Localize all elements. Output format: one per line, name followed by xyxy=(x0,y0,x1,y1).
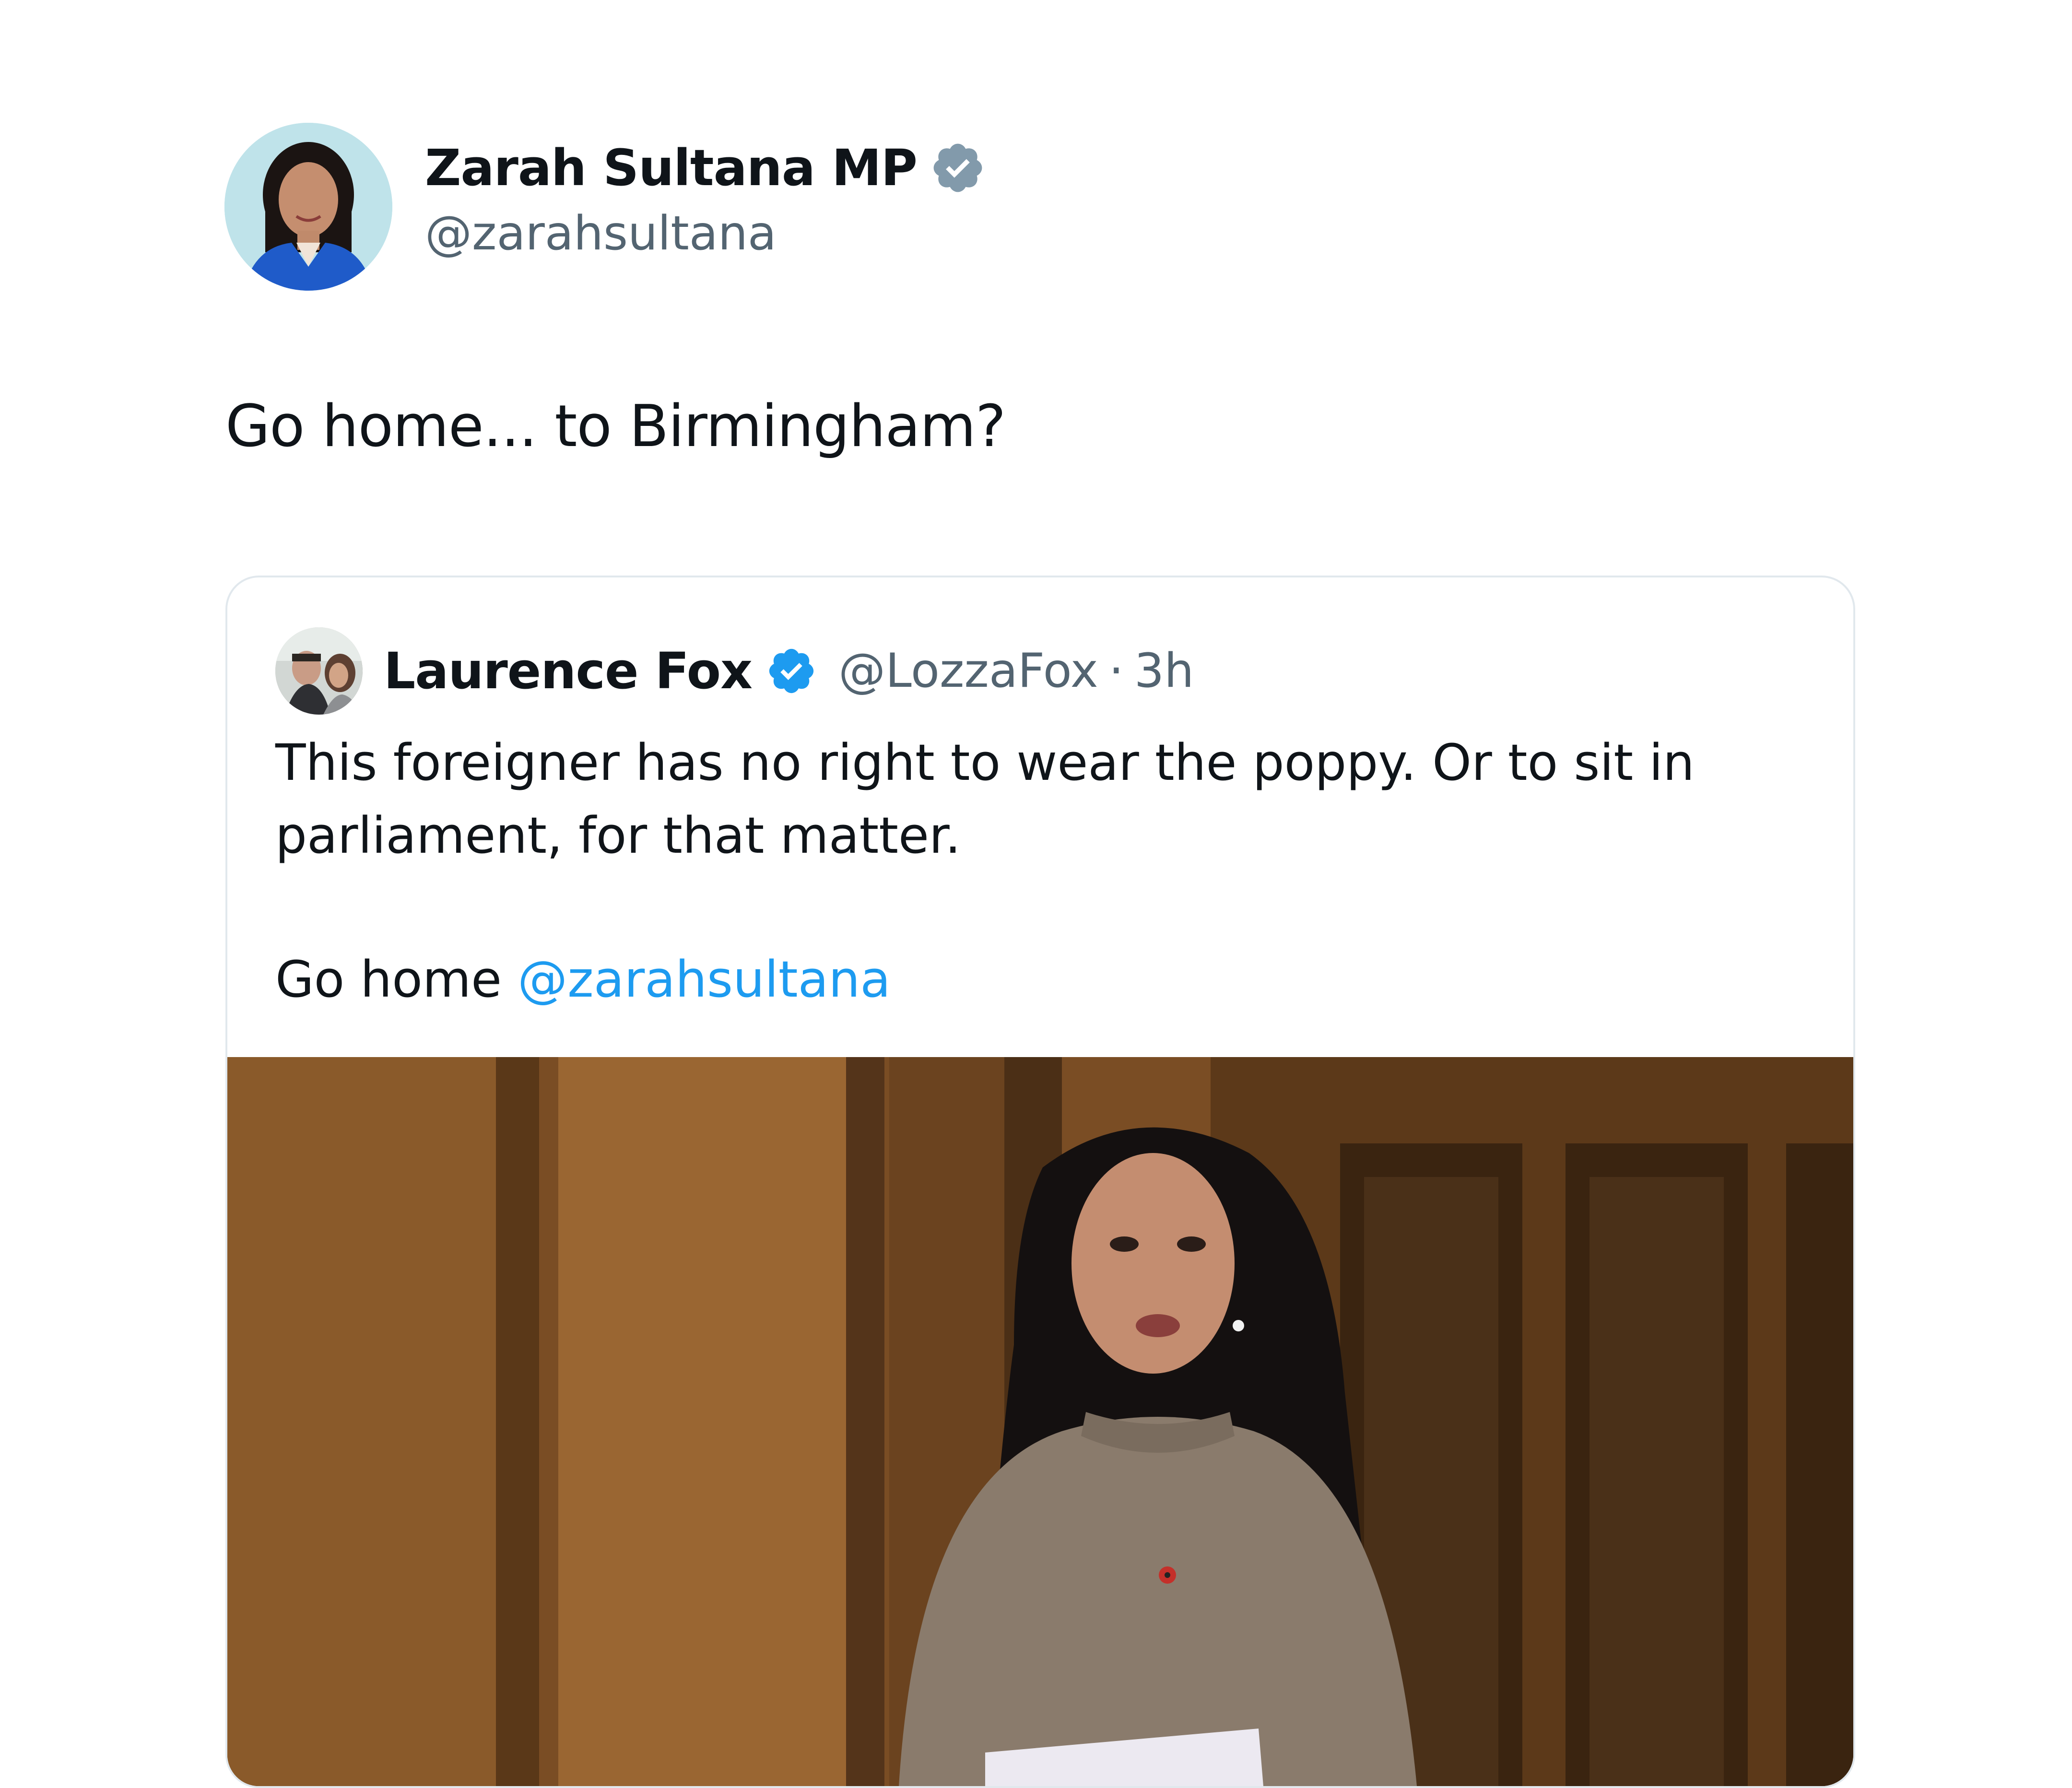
mention-link[interactable]: @zarahsultana xyxy=(518,950,891,1009)
separator-dot: · xyxy=(1108,644,1124,698)
quoted-tweet-body: This foreigner has no right to wear the … xyxy=(275,726,1820,1016)
quoted-tweet-time[interactable]: 3h xyxy=(1134,644,1194,698)
quoted-author-name[interactable]: Laurence Fox xyxy=(384,642,753,700)
author-handle[interactable]: @zarahsultana xyxy=(425,206,986,261)
author-avatar[interactable] xyxy=(224,123,392,291)
quoted-tweet-line2-text: Go home xyxy=(275,950,518,1009)
quoted-tweet-media[interactable] xyxy=(227,1057,1853,1786)
quoted-author-handle[interactable]: @LozzaFox xyxy=(838,644,1098,698)
quoted-tweet-line2: Go home @zarahsultana xyxy=(275,943,1820,1016)
quoted-tweet-line1: This foreigner has no right to wear the … xyxy=(275,733,1695,865)
verified-badge-icon[interactable] xyxy=(930,140,986,196)
author-avatar-image xyxy=(224,123,392,291)
author-info: Zarah Sultana MP @zarahsultana xyxy=(425,134,986,261)
author-name[interactable]: Zarah Sultana MP xyxy=(425,139,918,197)
quoted-author-avatar-image xyxy=(275,627,363,715)
quoted-author-avatar[interactable] xyxy=(275,627,363,715)
tweet-text: Go home... to Birmingham? xyxy=(225,393,1006,460)
media-image xyxy=(227,1057,1853,1786)
verified-badge-icon[interactable] xyxy=(765,645,817,697)
quoted-tweet-card[interactable]: Laurence Fox @LozzaFox · 3h This foreign… xyxy=(225,576,1855,1788)
quoted-tweet-header: Laurence Fox @LozzaFox · 3h xyxy=(275,625,1194,717)
